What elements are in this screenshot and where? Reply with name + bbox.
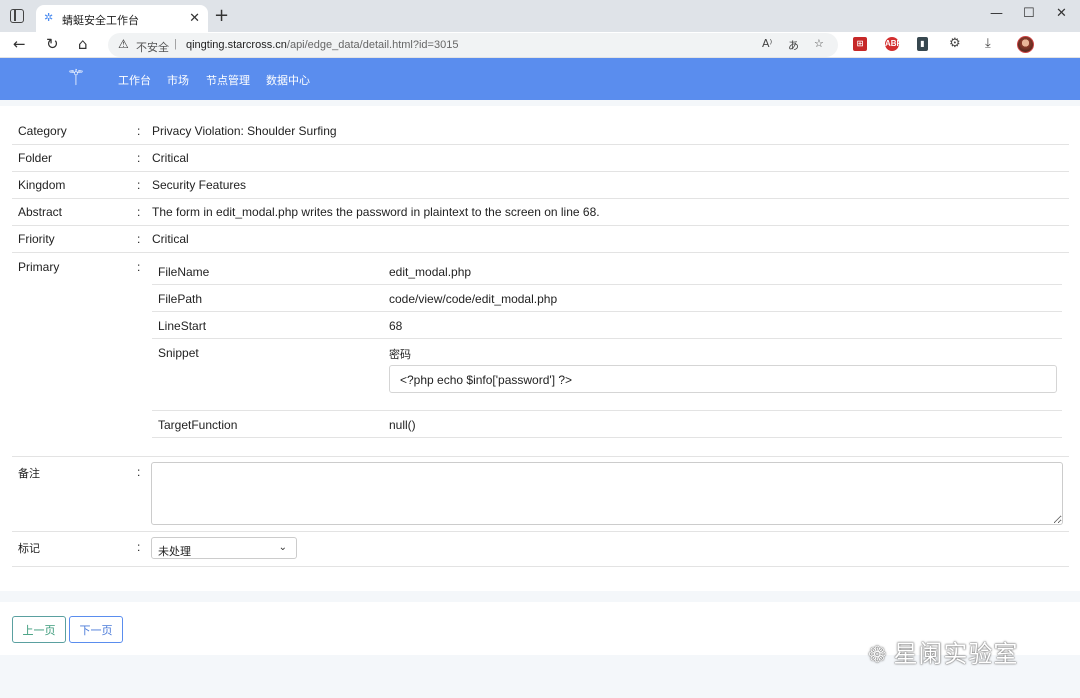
adblock-icon[interactable]: ABP xyxy=(885,37,902,51)
mark-select[interactable]: 未处理 ⌄ xyxy=(151,537,297,559)
filename-value: edit_modal.php xyxy=(389,265,472,279)
remark-label: 备注 xyxy=(18,467,40,480)
linestart-label: LineStart xyxy=(158,319,207,333)
back-icon[interactable]: ← xyxy=(13,35,26,53)
colon: : xyxy=(137,124,141,138)
row-kingdom: Kingdom : Security Features xyxy=(12,172,1069,199)
close-window-icon[interactable]: ✕ xyxy=(1056,6,1067,21)
snippet-code-box: <?php echo $info['password'] ?> xyxy=(389,365,1057,393)
maximize-icon[interactable]: ☐ xyxy=(1023,6,1035,21)
row-folder: Folder : Critical xyxy=(12,145,1069,172)
address-separator: | xyxy=(174,38,177,50)
colon: : xyxy=(137,178,141,192)
friority-label: Friority xyxy=(18,232,55,246)
tab-title: 蜻蜓安全工作台 xyxy=(62,14,139,27)
extension-dark-icon[interactable]: ▮ xyxy=(917,37,928,51)
category-value: Privacy Violation: Shoulder Surfing xyxy=(152,124,337,138)
colon: : xyxy=(137,540,141,554)
colon: : xyxy=(137,205,141,219)
row-mark: 标记 : 未处理 ⌄ xyxy=(12,532,1069,567)
colon: : xyxy=(137,232,141,246)
primary-label: Primary xyxy=(18,260,60,274)
row-friority: Friority : Critical xyxy=(12,226,1069,253)
primary-targetfunction-row: TargetFunction null() xyxy=(152,411,1062,438)
primary-filepath-row: FilePath code/view/code/edit_modal.php xyxy=(152,285,1062,312)
next-page-button[interactable]: 下一页 xyxy=(69,616,123,643)
warning-icon[interactable]: ⚠ xyxy=(118,37,129,51)
abstract-value: The form in edit_modal.php writes the pa… xyxy=(152,205,600,219)
row-primary: Primary : FileName edit_modal.php FilePa… xyxy=(12,253,1069,457)
kingdom-value: Security Features xyxy=(152,178,247,192)
app-navbar: ⚚ 工作台 市场 节点管理 数据中心 xyxy=(0,58,1080,100)
filepath-label: FilePath xyxy=(158,292,203,306)
read-aloud-icon[interactable]: A⁾ xyxy=(762,37,772,50)
colon: : xyxy=(137,260,141,274)
nav-market[interactable]: 市场 xyxy=(167,72,189,88)
nav-node-management[interactable]: 节点管理 xyxy=(206,72,250,88)
minimize-icon[interactable]: — xyxy=(990,6,1003,21)
nav-data-center[interactable]: 数据中心 xyxy=(266,72,310,88)
dragonfly-logo-icon[interactable]: ⚚ xyxy=(66,66,86,91)
filepath-value: code/view/code/edit_modal.php xyxy=(389,292,558,306)
linestart-value: 68 xyxy=(389,319,403,333)
profile-avatar[interactable] xyxy=(1017,36,1034,53)
abstract-label: Abstract xyxy=(18,205,63,219)
detail-panel: Category : Privacy Violation: Shoulder S… xyxy=(0,106,1080,591)
extensions-icon[interactable]: ⚙ xyxy=(949,36,961,51)
translate-icon[interactable]: あ xyxy=(788,37,799,53)
primary-snippet-row: Snippet 密码 <?php echo $info['password'] … xyxy=(152,339,1062,411)
watermark-text: ❁ 星阑实验室 xyxy=(868,640,1019,668)
folder-label: Folder xyxy=(18,151,53,165)
colon: : xyxy=(137,465,141,479)
filename-label: FileName xyxy=(158,265,210,279)
mark-label: 标记 xyxy=(18,542,40,555)
home-icon[interactable]: ⌂ xyxy=(78,35,88,53)
sidebar-toggle-icon[interactable] xyxy=(10,9,24,23)
targetfunction-value: null() xyxy=(389,418,416,432)
primary-filename-row: FileName edit_modal.php xyxy=(152,258,1062,285)
insecure-label: 不安全 xyxy=(136,41,169,54)
category-label: Category xyxy=(18,124,67,138)
targetfunction-label: TargetFunction xyxy=(158,418,238,432)
new-tab-icon[interactable]: + xyxy=(214,5,229,26)
nav-workbench[interactable]: 工作台 xyxy=(118,72,151,88)
extension-red-icon[interactable]: ⊞ xyxy=(853,37,867,51)
refresh-icon[interactable]: ↻ xyxy=(46,35,59,53)
dragonfly-favicon-icon: ✲ xyxy=(44,12,54,24)
snippet-caption: 密码 xyxy=(389,348,411,361)
row-category: Category : Privacy Violation: Shoulder S… xyxy=(12,118,1069,145)
wechat-icon: ❁ xyxy=(868,643,888,668)
tab-close-icon[interactable]: ✕ xyxy=(189,10,200,26)
browser-tab-strip: ✲ 蜻蜓安全工作台 ✕ + — ☐ ✕ xyxy=(0,0,1080,32)
favorite-icon[interactable]: ☆ xyxy=(814,37,824,50)
browser-toolbar: ← ↻ ⌂ ⚠ 不安全 | qingting.starcross.cn/api/… xyxy=(0,32,1080,58)
browser-tab[interactable]: ✲ 蜻蜓安全工作台 ✕ xyxy=(36,5,208,32)
folder-value: Critical xyxy=(152,151,189,165)
chevron-down-icon: ⌄ xyxy=(278,542,287,553)
download-icon[interactable]: ⤓ xyxy=(985,36,991,51)
address-bar[interactable]: ⚠ 不安全 | qingting.starcross.cn/api/edge_d… xyxy=(108,33,838,57)
friority-value: Critical xyxy=(152,232,189,246)
mark-selected-value: 未处理 xyxy=(158,545,191,558)
url-text[interactable]: qingting.starcross.cn/api/edge_data/deta… xyxy=(186,39,458,51)
kingdom-label: Kingdom xyxy=(18,178,66,192)
remark-textarea[interactable] xyxy=(151,462,1063,525)
primary-linestart-row: LineStart 68 xyxy=(152,312,1062,339)
colon: : xyxy=(137,151,141,165)
row-remark: 备注 : xyxy=(12,457,1069,532)
prev-page-button[interactable]: 上一页 xyxy=(12,616,66,643)
snippet-label: Snippet xyxy=(158,346,199,360)
row-abstract: Abstract : The form in edit_modal.php wr… xyxy=(12,199,1069,226)
